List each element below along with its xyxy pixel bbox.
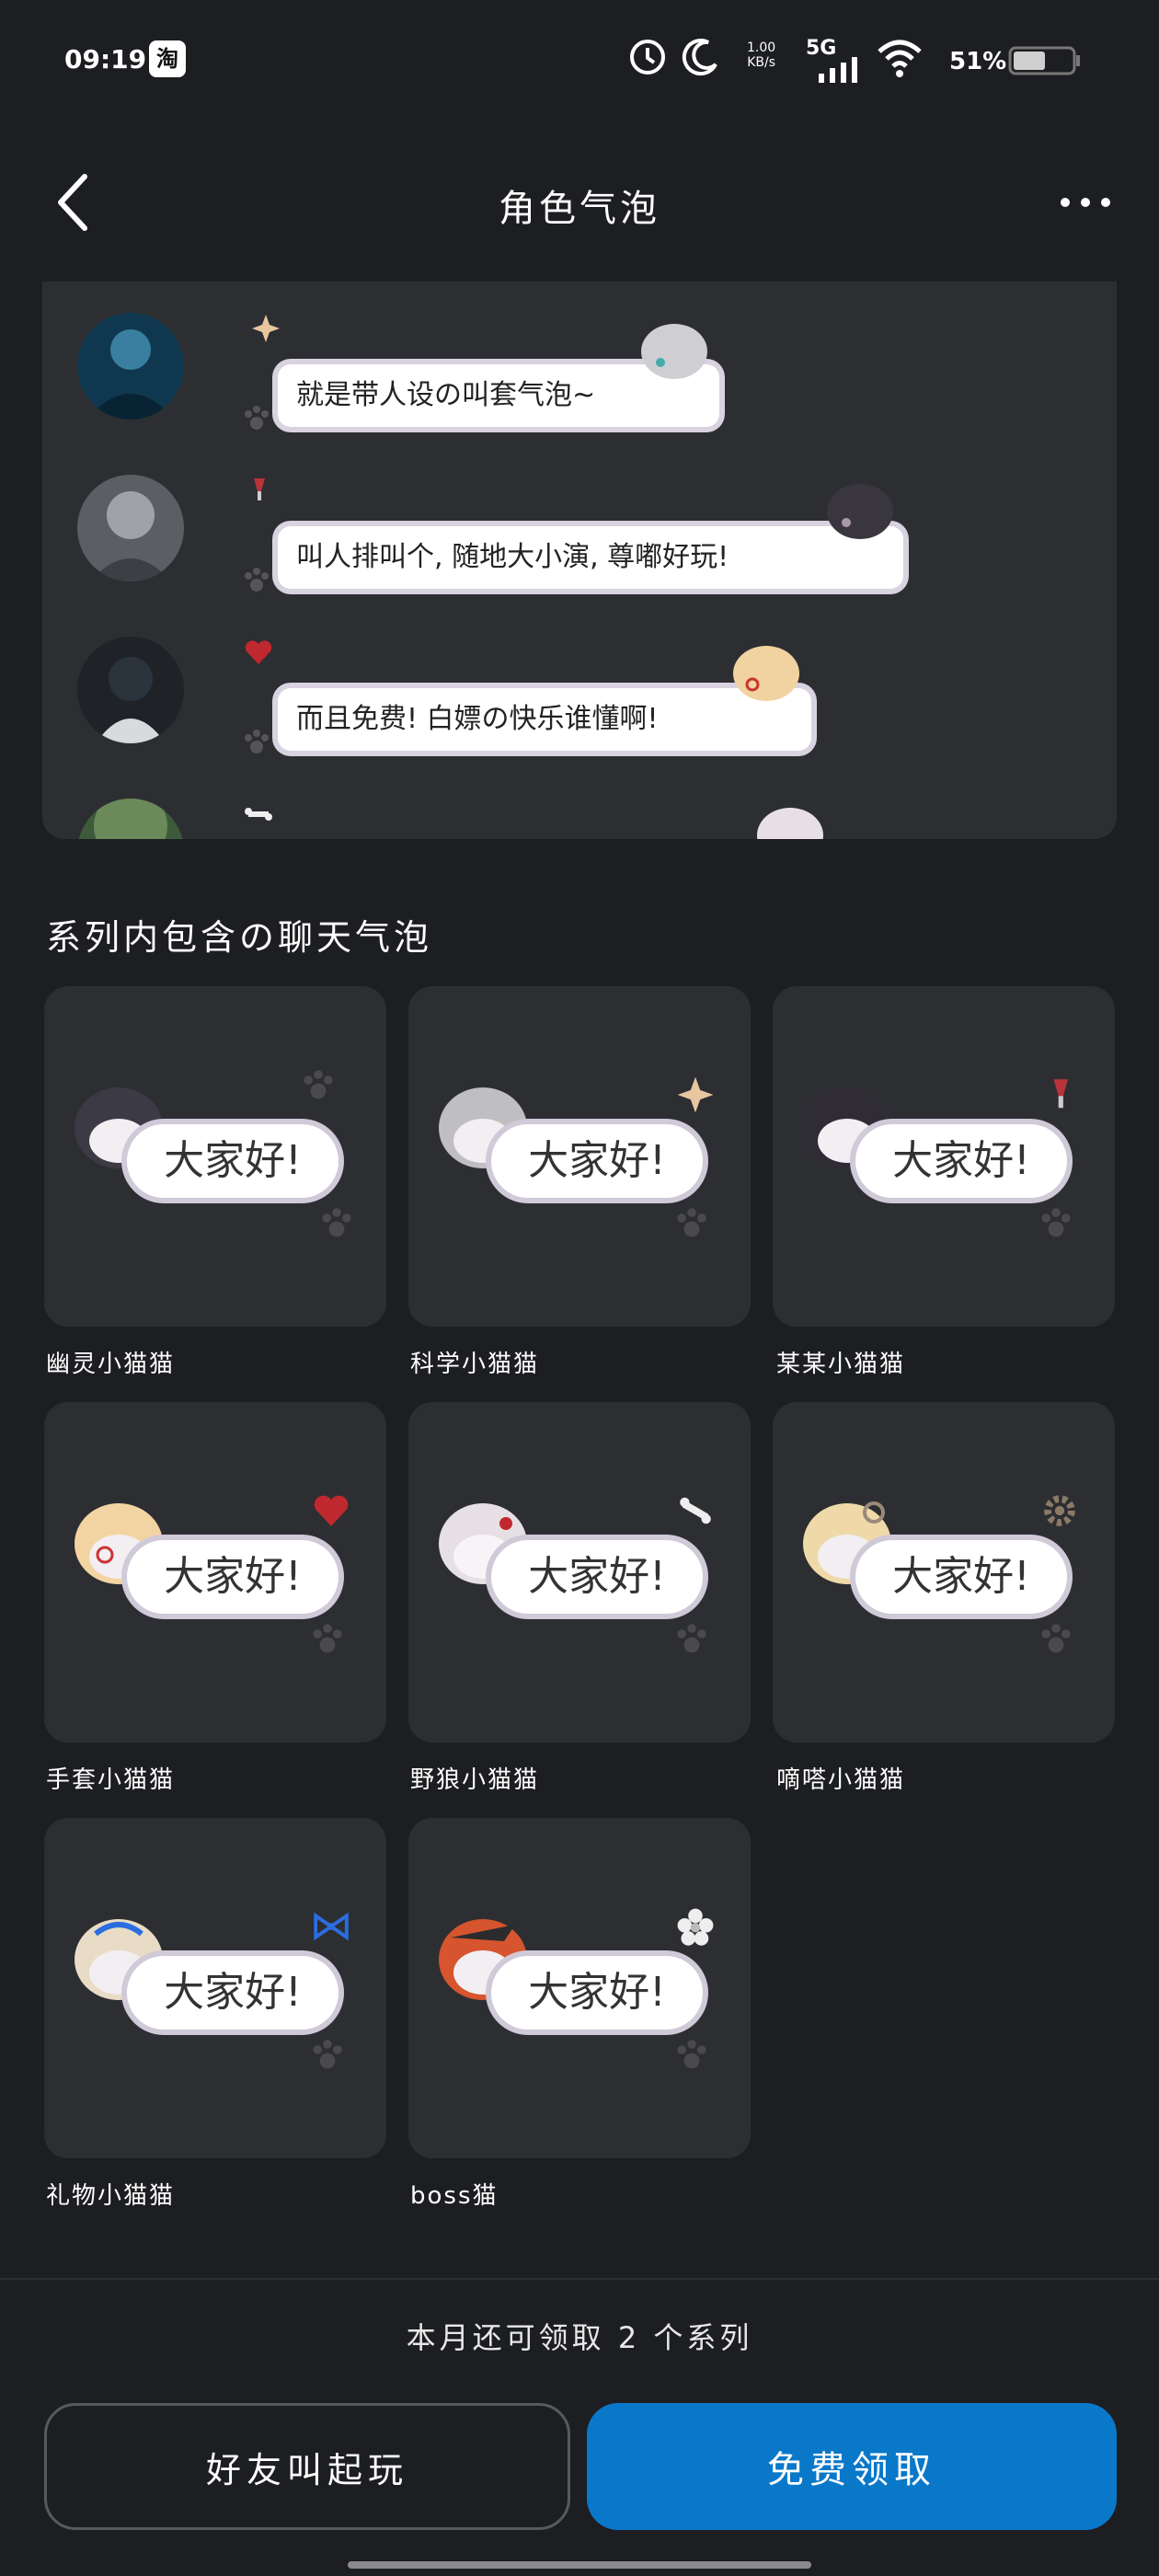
more-options-button[interactable]: [1058, 180, 1113, 224]
clock: 09:19: [64, 44, 147, 75]
bubble-card[interactable]: 大家好!: [44, 1818, 386, 2158]
bone-icon: [245, 808, 272, 821]
wine-glass-icon: [1053, 1079, 1069, 1109]
bubble-sample: 大家好!: [127, 1956, 339, 2030]
paw-icon: [1041, 1208, 1071, 1237]
avatar: [77, 313, 184, 420]
bubble-card[interactable]: 大家好!: [773, 986, 1115, 1327]
bubble-name: 科学小猫猫: [410, 1351, 540, 1378]
divider: [0, 2278, 1159, 2280]
cat-character-icon: [827, 484, 893, 539]
chat-bubble: 叫人排叫个, 随地大小演, 尊嘟好玩!: [278, 526, 903, 589]
bubble-name: 礼物小猫猫: [46, 2182, 176, 2210]
wine-glass-icon: [254, 478, 265, 500]
home-indicator[interactable]: [348, 2561, 811, 2569]
preview-message: [77, 799, 1089, 839]
bubble-name: 手套小猫猫: [46, 1766, 176, 1794]
paw-icon: [245, 730, 269, 753]
paw-icon: [313, 1624, 342, 1653]
preview-message: 就是带人设の叫套气泡~: [77, 313, 1089, 432]
heart-icon: [314, 1495, 349, 1526]
avatar: [77, 799, 184, 839]
bubble-card[interactable]: 大家好!: [408, 986, 751, 1327]
paw-icon: [1041, 1624, 1071, 1653]
battery-percentage: 51%: [949, 48, 1007, 75]
bubble-sample: 大家好!: [491, 1124, 703, 1198]
bubble-name: 幽灵小猫猫: [46, 1351, 176, 1378]
bubble-sample: 大家好!: [127, 1124, 339, 1198]
preview-message: 而且免费! 白嫖の快乐谁懂啊!: [77, 637, 1089, 756]
header-bar: 角色气泡: [0, 147, 1159, 258]
avatar: [77, 475, 184, 581]
paw-icon: [677, 1624, 706, 1653]
taobao-notification-icon: 淘: [149, 40, 186, 77]
play-with-friends-button[interactable]: 好友叫起玩: [44, 2403, 570, 2530]
bubble-name: boss猫: [410, 2182, 499, 2210]
bubble-sample: 大家好!: [491, 1956, 703, 2030]
bubble-card[interactable]: 大家好!: [408, 1402, 751, 1742]
section-title: 系列内包含の聊天气泡: [46, 917, 433, 958]
paw-icon: [304, 1070, 333, 1099]
cat-character-icon: [641, 324, 707, 379]
bubble-sample: 大家好!: [127, 1540, 339, 1614]
bubble-card[interactable]: 大家好!: [408, 1818, 751, 2158]
paw-icon: [677, 2040, 706, 2069]
bubble-name: 某某小猫猫: [776, 1351, 906, 1378]
gear-icon: [1044, 1495, 1075, 1526]
heart-icon: [245, 640, 272, 664]
bubble-sample: 大家好!: [855, 1540, 1067, 1614]
flower-icon: [677, 1908, 714, 1946]
bubble-card[interactable]: 大家好!: [44, 1402, 386, 1742]
paw-icon: [322, 1208, 351, 1237]
paw-icon: [245, 568, 269, 592]
wifi-icon: [878, 40, 922, 77]
bone-icon: [680, 1497, 711, 1524]
paw-icon: [313, 2040, 342, 2069]
bubble-sample: 大家好!: [491, 1540, 703, 1614]
bubble-sample: 大家好!: [855, 1124, 1067, 1198]
sparkle-icon: [677, 1076, 714, 1113]
ribbon-icon: [314, 1912, 349, 1941]
bubble-name: 野狼小猫猫: [410, 1766, 540, 1794]
alarm-icon: [630, 40, 665, 75]
network-speed: 1.00 KB/s: [747, 40, 776, 70]
avatar: [77, 637, 184, 743]
cat-character-icon: [757, 808, 823, 839]
preview-message: 叫人排叫个, 随地大小演, 尊嘟好玩!: [77, 475, 1089, 594]
bubble-card[interactable]: 大家好!: [44, 986, 386, 1327]
cat-character-icon: [733, 646, 799, 701]
claim-free-button[interactable]: 免费领取: [587, 2403, 1117, 2530]
status-bar: 09:19 淘 1.00 KB/s 5G 51%: [0, 0, 1159, 129]
do-not-disturb-icon: [682, 39, 717, 76]
bubble-preview-panel[interactable]: 就是带人设の叫套气泡~ 叫人排叫个, 随地大小演, 尊嘟好玩! 而且免费! 白嫖…: [42, 282, 1117, 839]
battery-icon: [1008, 46, 1080, 75]
sparkle-icon: [252, 315, 280, 342]
bubble-card[interactable]: 大家好!: [773, 1402, 1115, 1742]
paw-icon: [245, 406, 269, 430]
claim-quota-text: 本月还可领取 2 个系列: [406, 2320, 753, 2355]
page-title: 角色气泡: [499, 188, 660, 230]
signal-bars-icon: [819, 57, 857, 83]
paw-icon: [677, 1208, 706, 1237]
bubble-name: 嘀嗒小猫猫: [776, 1766, 906, 1794]
